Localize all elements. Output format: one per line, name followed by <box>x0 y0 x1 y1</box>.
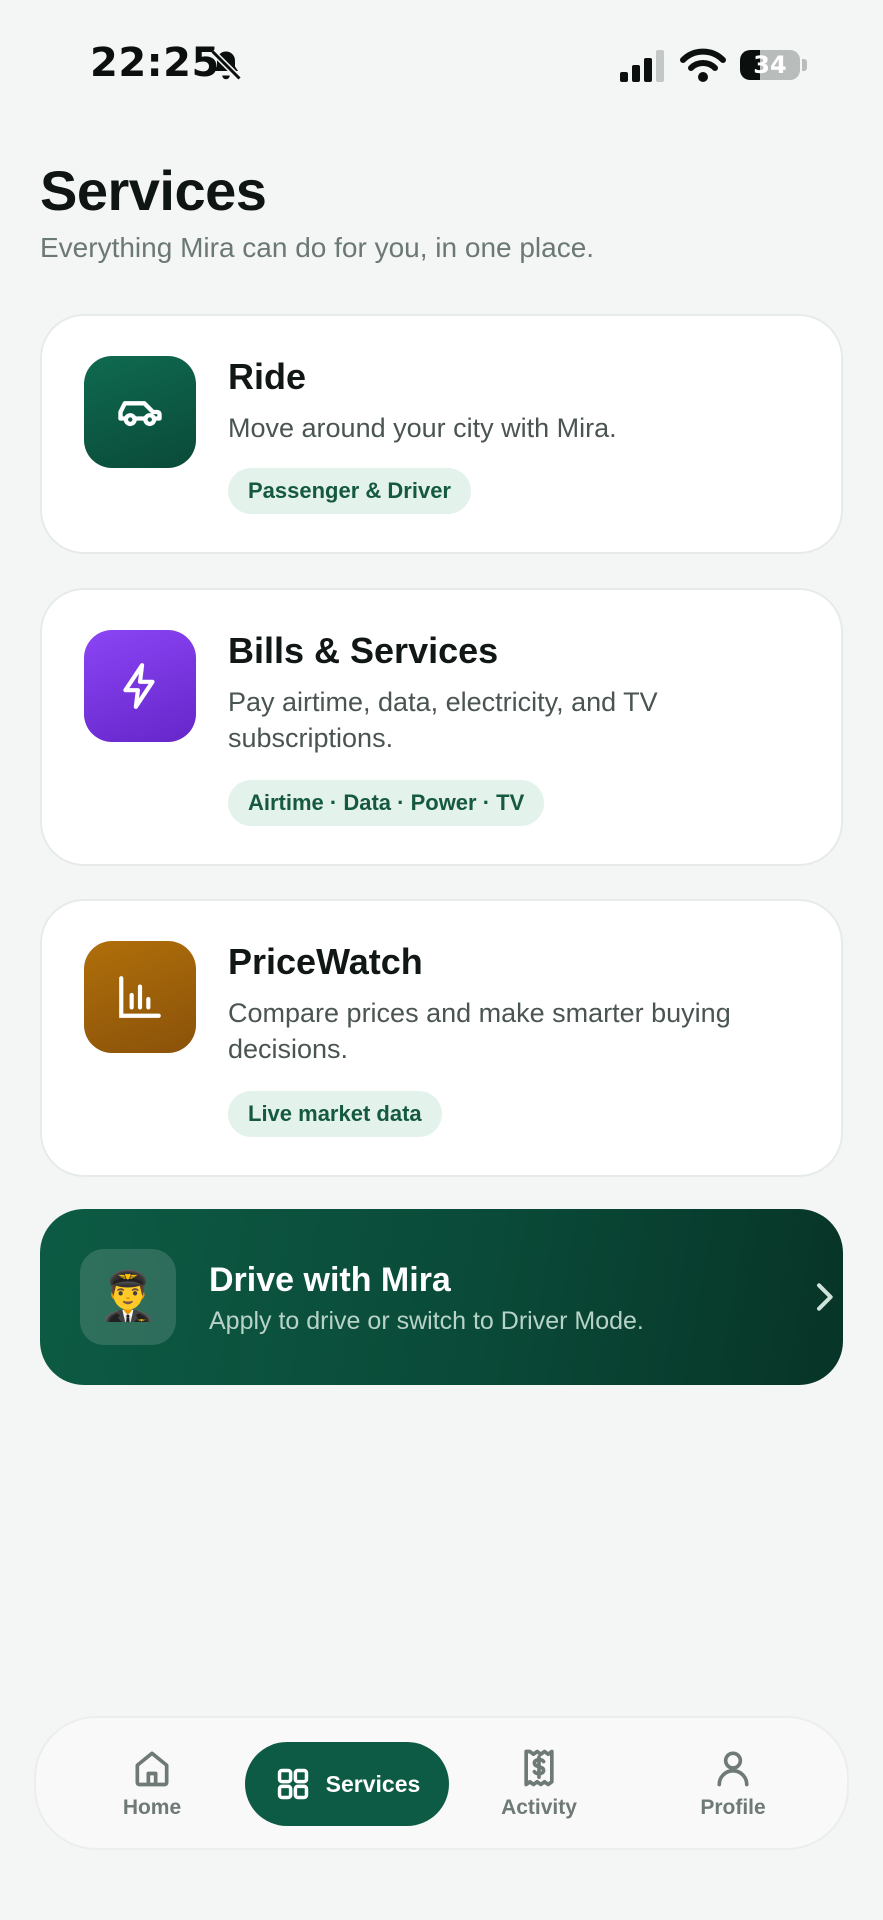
battery-level: 34 <box>753 51 787 79</box>
drive-subtitle: Apply to drive or switch to Driver Mode. <box>209 1307 644 1335</box>
bar-chart-icon <box>84 941 196 1053</box>
card-tag: Airtime · Data · Power · TV <box>228 780 545 826</box>
card-title: PriceWatch <box>228 941 423 982</box>
nav-home-label: Home <box>122 1796 182 1819</box>
drive-with-mira-banner[interactable]: 👨‍✈️ Drive with Mira Apply to drive or s… <box>40 1209 843 1385</box>
nav-activity-label: Activity <box>501 1796 577 1819</box>
service-card-bills[interactable]: Bills & Services Pay airtime, data, elec… <box>40 588 843 866</box>
grid-icon <box>277 1768 308 1800</box>
card-description: Move around your city with Mira. <box>228 413 617 443</box>
card-description: Pay airtime, data, electricity, and TV s… <box>228 687 658 753</box>
pilot-icon: 👨‍✈️ <box>80 1249 176 1345</box>
nav-profile[interactable]: Profile <box>653 1718 813 1848</box>
card-title: Ride <box>228 356 307 397</box>
card-tag: Live market data <box>228 1091 442 1137</box>
wifi-icon <box>680 48 726 82</box>
nav-home[interactable]: Home <box>72 1718 232 1848</box>
nav-activity[interactable]: Activity <box>459 1718 619 1848</box>
receipt-icon <box>524 1749 554 1787</box>
status-bar: 22:25 34 <box>0 0 883 130</box>
service-card-pricewatch[interactable]: PriceWatch Compare prices and make smart… <box>40 899 843 1177</box>
cellular-signal-icon <box>620 50 664 82</box>
nav-profile-label: Profile <box>700 1796 766 1819</box>
home-icon <box>135 1751 169 1787</box>
card-title: Bills & Services <box>228 630 499 671</box>
service-card-ride[interactable]: Ride Move around your city with Mira. Pa… <box>40 314 843 554</box>
page-title: Services <box>40 159 267 222</box>
card-tag: Passenger & Driver <box>228 468 471 514</box>
lightning-icon <box>84 630 196 742</box>
page-subtitle: Everything Mira can do for you, in one p… <box>40 232 595 263</box>
battery-tip <box>802 59 807 71</box>
bell-off-icon <box>210 49 242 81</box>
card-description: Compare prices and make smarter buying d… <box>228 998 731 1064</box>
pilot-emoji: 👨‍✈️ <box>98 1270 158 1323</box>
user-icon <box>717 1751 749 1787</box>
bottom-nav: Home Services Activity Profile <box>34 1716 849 1850</box>
nav-services[interactable]: Services <box>245 1742 449 1826</box>
chevron-right-icon <box>817 1283 833 1311</box>
car-icon <box>84 356 196 468</box>
battery-indicator: 34 <box>740 50 800 80</box>
drive-title: Drive with Mira <box>209 1261 451 1299</box>
nav-services-label: Services <box>325 1770 421 1797</box>
status-time: 22:25 <box>90 40 220 86</box>
